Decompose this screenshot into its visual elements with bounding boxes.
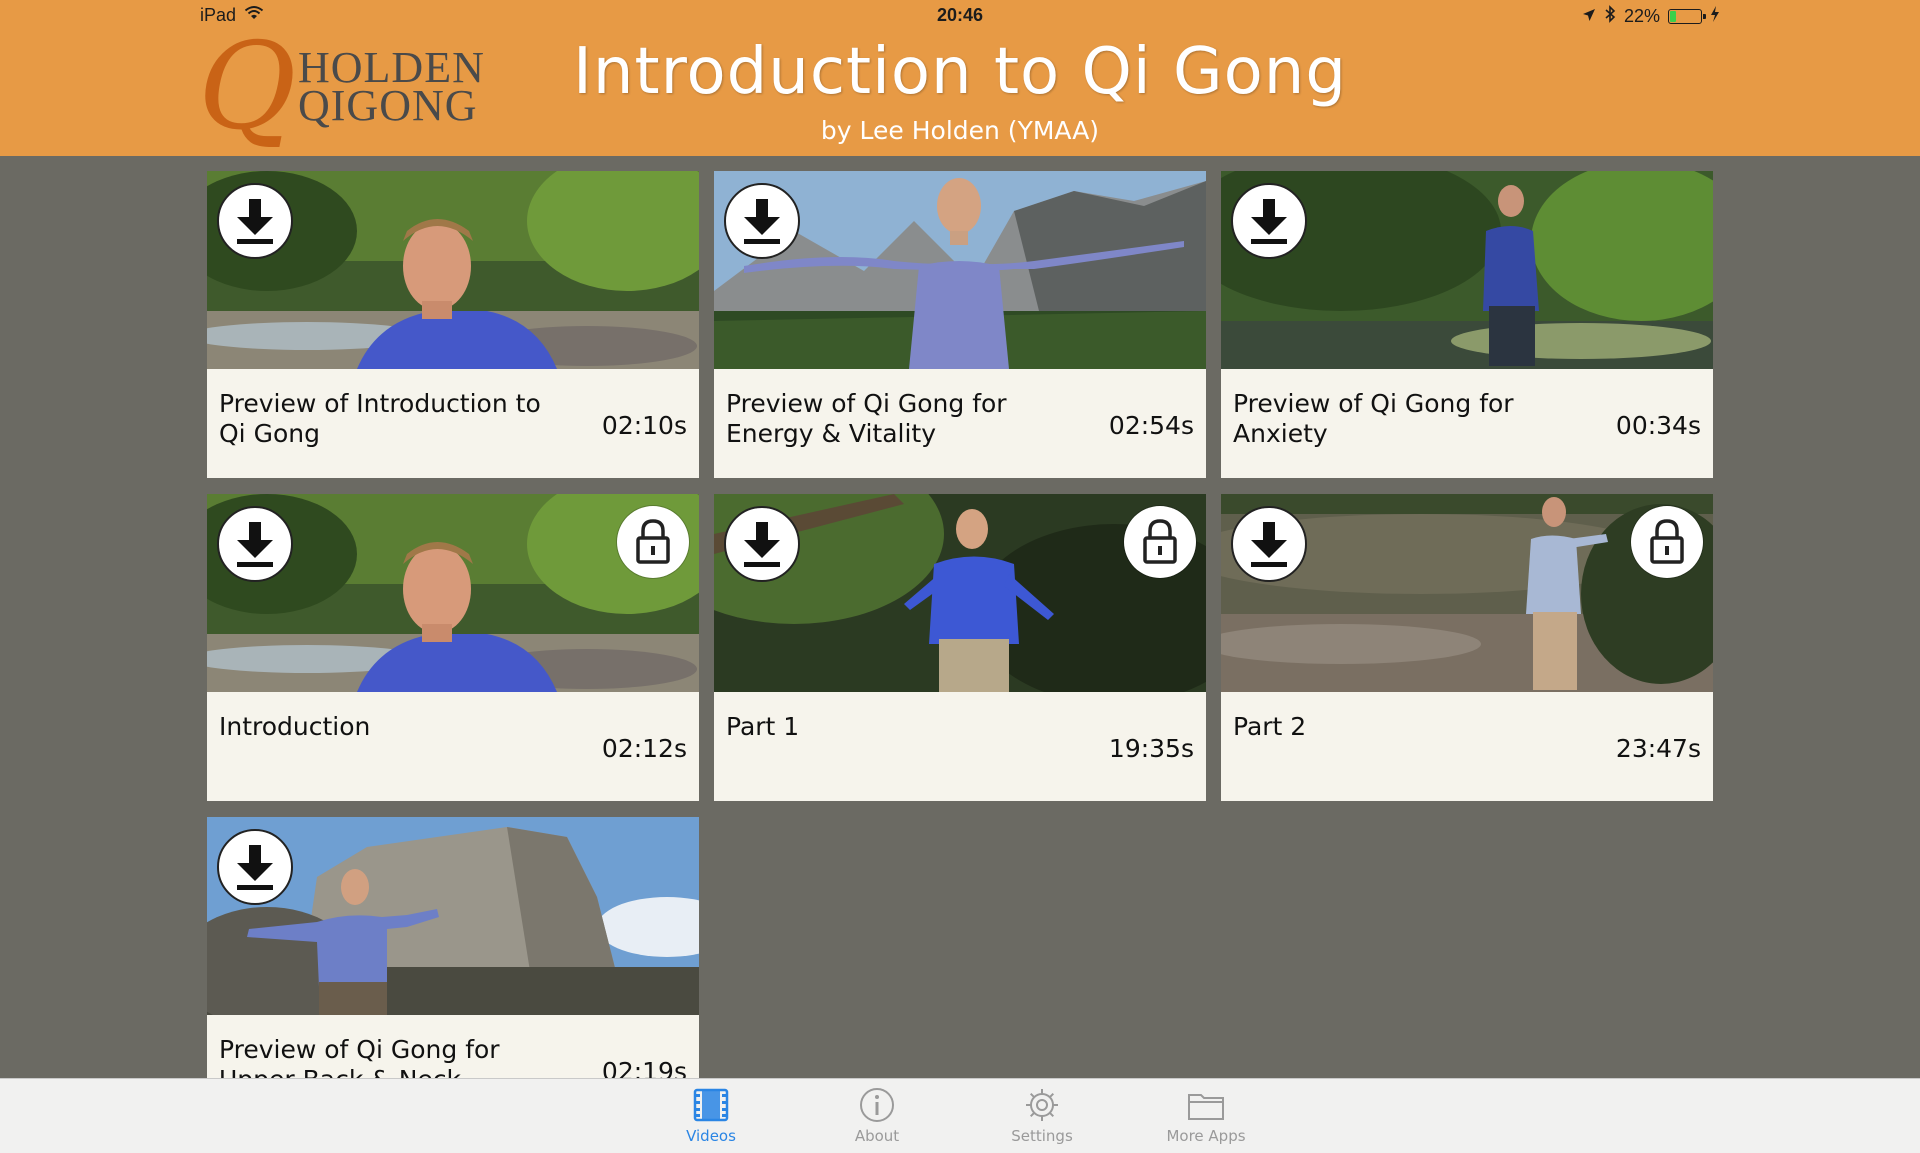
video-card[interactable]: Introduction 02:12s <box>207 494 699 801</box>
info-icon <box>822 1085 932 1125</box>
download-button[interactable] <box>724 183 800 259</box>
video-card[interactable]: Part 2 23:47s <box>1221 494 1713 801</box>
video-duration: 02:10s <box>601 411 687 440</box>
lock-badge[interactable] <box>1124 506 1196 578</box>
battery-icon <box>1668 9 1706 24</box>
tab-label: More Apps <box>1166 1127 1246 1145</box>
charging-icon <box>1710 6 1720 27</box>
lock-icon <box>617 519 689 582</box>
video-title: Preview of Introduction to Qi Gong <box>219 389 541 448</box>
app-header: iPad 20:46 22% Q HOLDEN QIGONG Introduct… <box>0 0 1920 156</box>
download-button[interactable] <box>1231 183 1307 259</box>
download-button[interactable] <box>217 829 293 905</box>
lock-badge[interactable] <box>617 506 689 578</box>
download-icon <box>726 199 798 261</box>
lock-icon <box>1631 519 1703 582</box>
battery-percent: 22% <box>1623 6 1660 26</box>
page-title: Introduction to Qi Gong <box>573 35 1347 109</box>
film-icon <box>656 1085 766 1125</box>
tab-videos[interactable]: Videos <box>656 1085 766 1145</box>
video-duration: 02:19s <box>601 1057 687 1078</box>
download-button[interactable] <box>1231 506 1307 582</box>
video-title: Part 1 <box>726 712 800 741</box>
bluetooth-icon <box>1604 5 1616 28</box>
gear-icon <box>987 1085 1097 1125</box>
video-title: Preview of Qi Gong for Energy & Vitality <box>726 389 1007 448</box>
video-duration: 23:47s <box>1615 734 1701 763</box>
video-card[interactable]: Preview of Qi Gong for Energy & Vitality… <box>714 171 1206 478</box>
video-grid: Preview of Introduction to Qi Gong 02:10s… <box>207 171 1714 1078</box>
tab-bar: Videos About Settings More Apps <box>0 1078 1920 1153</box>
page-subtitle: by Lee Holden (YMAA) <box>820 116 1100 145</box>
video-duration: 00:34s <box>1615 411 1701 440</box>
download-icon <box>219 522 291 584</box>
video-title: Part 2 <box>1233 712 1307 741</box>
download-icon <box>1233 522 1305 584</box>
video-card[interactable]: Preview of Qi Gong for Upper Back & Neck… <box>207 817 699 1078</box>
download-icon <box>1233 199 1305 261</box>
download-button[interactable] <box>217 183 293 259</box>
download-button[interactable] <box>724 506 800 582</box>
video-duration: 02:12s <box>601 734 687 763</box>
video-card[interactable]: Preview of Qi Gong for Anxiety 00:34s <box>1221 171 1713 478</box>
download-button[interactable] <box>217 506 293 582</box>
download-icon <box>219 199 291 261</box>
video-title: Preview of Qi Gong for Anxiety <box>1233 389 1514 448</box>
video-title: Preview of Qi Gong for Upper Back & Neck <box>219 1035 500 1078</box>
download-icon <box>726 522 798 584</box>
tab-settings[interactable]: Settings <box>987 1085 1097 1145</box>
lock-icon <box>1124 519 1196 582</box>
folder-icon <box>1151 1085 1261 1125</box>
tab-about[interactable]: About <box>822 1085 932 1145</box>
video-duration: 02:54s <box>1108 411 1194 440</box>
tab-label: Settings <box>1011 1127 1073 1145</box>
download-icon <box>219 845 291 907</box>
tab-label: Videos <box>686 1127 736 1145</box>
battery-level-fill <box>1670 11 1676 22</box>
video-duration: 19:35s <box>1108 734 1194 763</box>
tab-more-apps[interactable]: More Apps <box>1151 1085 1261 1145</box>
video-card[interactable]: Preview of Introduction to Qi Gong 02:10s <box>207 171 699 478</box>
lock-badge[interactable] <box>1631 506 1703 578</box>
video-card[interactable]: Part 1 19:35s <box>714 494 1206 801</box>
video-title: Introduction <box>219 712 371 741</box>
tab-label: About <box>854 1127 900 1145</box>
location-icon <box>1582 6 1596 27</box>
